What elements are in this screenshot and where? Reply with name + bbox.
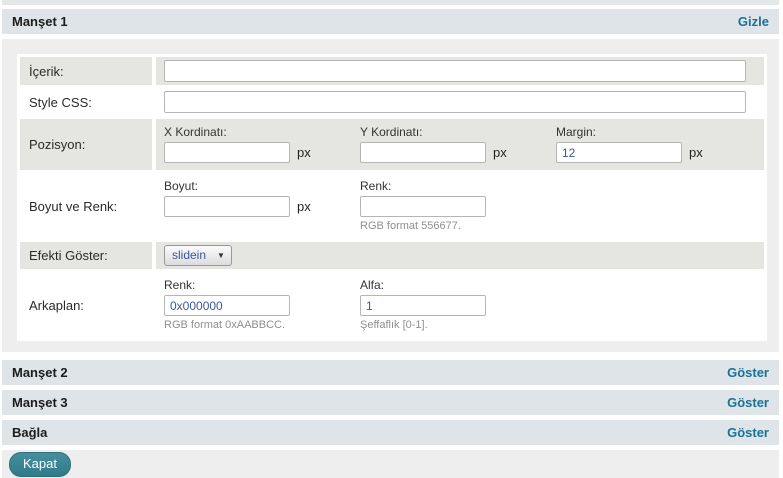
margin-input[interactable] — [556, 142, 682, 163]
alfa-label: Alfa: — [360, 278, 556, 292]
px-unit: px — [297, 199, 311, 214]
alfa-range-hint: Şeffaflık [0-1]. — [360, 319, 556, 331]
alfa-group: Alfa: Şeffaflık [0-1]. — [360, 277, 556, 331]
boyut-ve-renk-label: Boyut ve Renk: — [20, 173, 152, 239]
arkaplan-label: Arkaplan: — [20, 272, 152, 338]
effect-selected-value: slidein — [172, 248, 206, 262]
close-button[interactable]: Kapat — [9, 452, 71, 477]
renk-label: Renk: — [360, 179, 556, 193]
panel-header-manset-1: Manşet 1 Gizle — [2, 9, 779, 34]
px-unit: px — [689, 145, 703, 160]
style-css-input[interactable] — [164, 91, 746, 113]
margin-label: Margin: — [556, 125, 752, 139]
panel-header-bagla: Bağla Göster — [2, 420, 779, 445]
boyut-group: Boyut: px — [164, 178, 360, 232]
style-css-label: Style CSS: — [20, 88, 152, 116]
arkaplan-renk-format-hint: RGB format 0xAABBCC. — [164, 319, 360, 331]
x-coordinate-label: X Kordinatı: — [164, 125, 360, 139]
panel-header-manset-2: Manşet 2 Göster — [2, 360, 779, 385]
panel-header-manset-3: Manşet 3 Göster — [2, 390, 779, 415]
manset-1-panel-body: İçerik: Style CSS: Pozisyon: X Kordinatı… — [2, 39, 779, 352]
chevron-down-icon: ▼ — [217, 251, 225, 260]
arkaplan-renk-label: Renk: — [164, 278, 360, 292]
icerik-label: İçerik: — [20, 57, 152, 85]
arkaplan-renk-group: Renk: RGB format 0xAABBCC. — [164, 277, 360, 331]
alfa-input[interactable] — [360, 295, 486, 316]
top-divider — [2, 0, 779, 5]
manset-1-form: İçerik: Style CSS: Pozisyon: X Kordinatı… — [17, 54, 767, 341]
footer-bar: Kapat — [2, 450, 779, 478]
form-row-pozisyon: Pozisyon: X Kordinatı: px Y Kordinatı: — [20, 119, 764, 170]
efekti-goster-label: Efekti Göster: — [20, 242, 152, 269]
arkaplan-renk-input[interactable] — [164, 295, 290, 316]
x-coordinate-input[interactable] — [164, 142, 290, 163]
panel-title: Manşet 2 — [12, 365, 68, 380]
px-unit: px — [493, 145, 507, 160]
effect-select[interactable]: slidein ▼ — [164, 245, 232, 266]
hide-link[interactable]: Gizle — [738, 14, 769, 29]
y-coordinate-label: Y Kordinatı: — [360, 125, 556, 139]
icerik-input[interactable] — [164, 60, 746, 82]
boyut-label: Boyut: — [164, 179, 360, 193]
show-link[interactable]: Göster — [727, 425, 769, 440]
boyut-input[interactable] — [164, 196, 290, 217]
renk-group: Renk: RGB format 556677. — [360, 178, 556, 232]
show-link[interactable]: Göster — [727, 395, 769, 410]
form-row-style-css: Style CSS: — [20, 88, 764, 116]
renk-format-hint: RGB format 556677. — [360, 220, 556, 232]
pozisyon-label: Pozisyon: — [20, 119, 152, 170]
panel-title: Bağla — [12, 425, 47, 440]
renk-input[interactable] — [360, 196, 486, 217]
margin-group: Margin: px — [556, 124, 752, 163]
y-coordinate-input[interactable] — [360, 142, 486, 163]
form-row-arkaplan: Arkaplan: Renk: RGB format 0xAABBCC. Alf… — [20, 272, 764, 338]
px-unit: px — [297, 145, 311, 160]
form-row-icerik: İçerik: — [20, 57, 764, 85]
panel-title: Manşet 1 — [12, 14, 68, 29]
show-link[interactable]: Göster — [727, 365, 769, 380]
x-coordinate-group: X Kordinatı: px — [164, 124, 360, 163]
form-row-efekti-goster: Efekti Göster: slidein ▼ — [20, 242, 764, 269]
y-coordinate-group: Y Kordinatı: px — [360, 124, 556, 163]
form-row-boyut-ve-renk: Boyut ve Renk: Boyut: px Renk: — [20, 173, 764, 239]
accordion-widget: Manşet 1 Gizle İçerik: Style CSS: Pozisy… — [2, 0, 779, 478]
panel-title: Manşet 3 — [12, 395, 68, 410]
